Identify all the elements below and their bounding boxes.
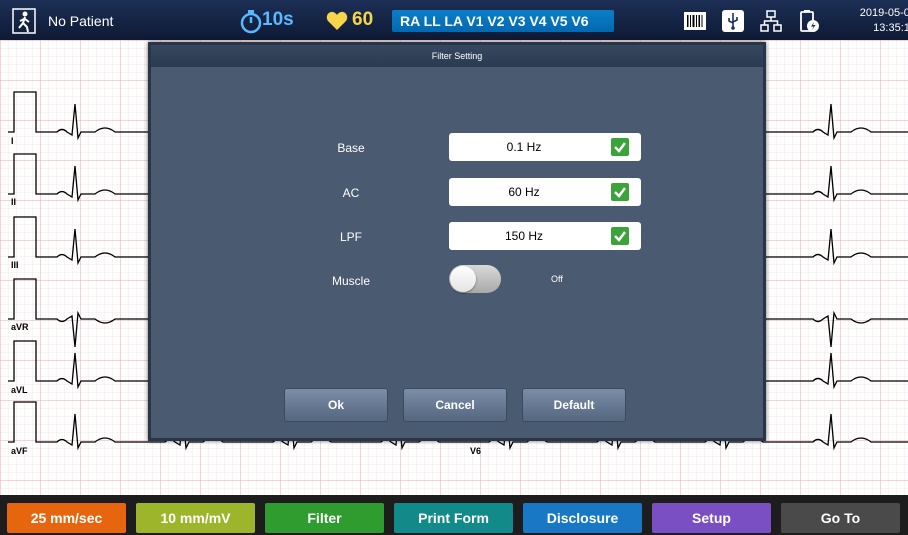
toggle-knob xyxy=(450,266,476,292)
go-to-button[interactable]: Go To xyxy=(781,503,900,533)
base-label: Base xyxy=(337,141,365,155)
ac-filter-field[interactable]: 60 Hz xyxy=(449,178,641,206)
status-bar: No Patient 10s 60 RA LL LA V1 V2 V3 V4 V… xyxy=(0,0,908,40)
lead-label-v6: V6 xyxy=(470,446,482,456)
ac-label: AC xyxy=(342,186,360,200)
lead-label-iii: III xyxy=(11,260,19,270)
filter-button[interactable]: Filter xyxy=(265,503,384,533)
disclosure-button[interactable]: Disclosure xyxy=(523,503,642,533)
lpf-filter-value: 150 Hz xyxy=(504,229,544,243)
lead-label-avf: aVF xyxy=(11,446,28,456)
lpf-filter-field[interactable]: 150 Hz xyxy=(449,222,641,250)
default-button[interactable]: Default xyxy=(522,388,626,422)
muscle-toggle-state: Off xyxy=(551,274,563,284)
muscle-toggle[interactable] xyxy=(449,265,501,293)
time-text: 13:35:15 xyxy=(873,22,908,34)
barcode-icon[interactable] xyxy=(684,10,706,32)
base-filter-field[interactable]: 0.1 Hz xyxy=(449,133,641,161)
cancel-button[interactable]: Cancel xyxy=(403,388,507,422)
filter-setting-dialog: Filter Setting Base 0.1 Hz AC 60 Hz LPF … xyxy=(148,42,766,441)
patient-label[interactable]: No Patient xyxy=(48,13,113,29)
setup-button[interactable]: Setup xyxy=(652,503,771,533)
checkbox-checked-icon[interactable] xyxy=(611,227,629,245)
gain-button[interactable]: 10 mm/mV xyxy=(136,503,255,533)
speed-button[interactable]: 25 mm/sec xyxy=(7,503,126,533)
lpf-label: LPF xyxy=(339,230,362,244)
leads-status: RA LL LA V1 V2 V3 V4 V5 V6 xyxy=(392,10,614,32)
lead-label-i: I xyxy=(11,136,14,146)
print-form-button[interactable]: Print Form xyxy=(394,503,513,533)
timer-value: 10s xyxy=(262,9,294,30)
base-filter-value: 0.1 Hz xyxy=(506,140,542,154)
muscle-label: Muscle xyxy=(331,274,370,288)
usb-icon xyxy=(722,10,744,32)
lead-label-avr: aVR xyxy=(11,322,29,332)
checkbox-checked-icon[interactable] xyxy=(611,138,629,156)
function-bar: 25 mm/sec 10 mm/mV Filter Print Form Dis… xyxy=(0,495,908,535)
timer-icon xyxy=(240,10,262,34)
heart-icon xyxy=(326,11,348,30)
ac-filter-value: 60 Hz xyxy=(508,185,540,199)
network-icon xyxy=(760,10,782,32)
person-icon[interactable] xyxy=(12,8,36,34)
lead-label-avl: aVL xyxy=(11,385,28,395)
heart-rate-value: 60 xyxy=(352,9,374,30)
datetime: 2019-05-08 13:35:15 xyxy=(826,6,908,36)
date-text: 2019-05-08 xyxy=(859,7,908,19)
battery-icon xyxy=(800,10,819,32)
ok-button[interactable]: Ok xyxy=(284,388,388,422)
leads-text: RA LL LA V1 V2 V3 V4 V5 V6 xyxy=(400,13,589,29)
checkbox-checked-icon[interactable] xyxy=(611,183,629,201)
lead-label-ii: II xyxy=(11,197,17,207)
dialog-title: Filter Setting xyxy=(151,45,763,67)
